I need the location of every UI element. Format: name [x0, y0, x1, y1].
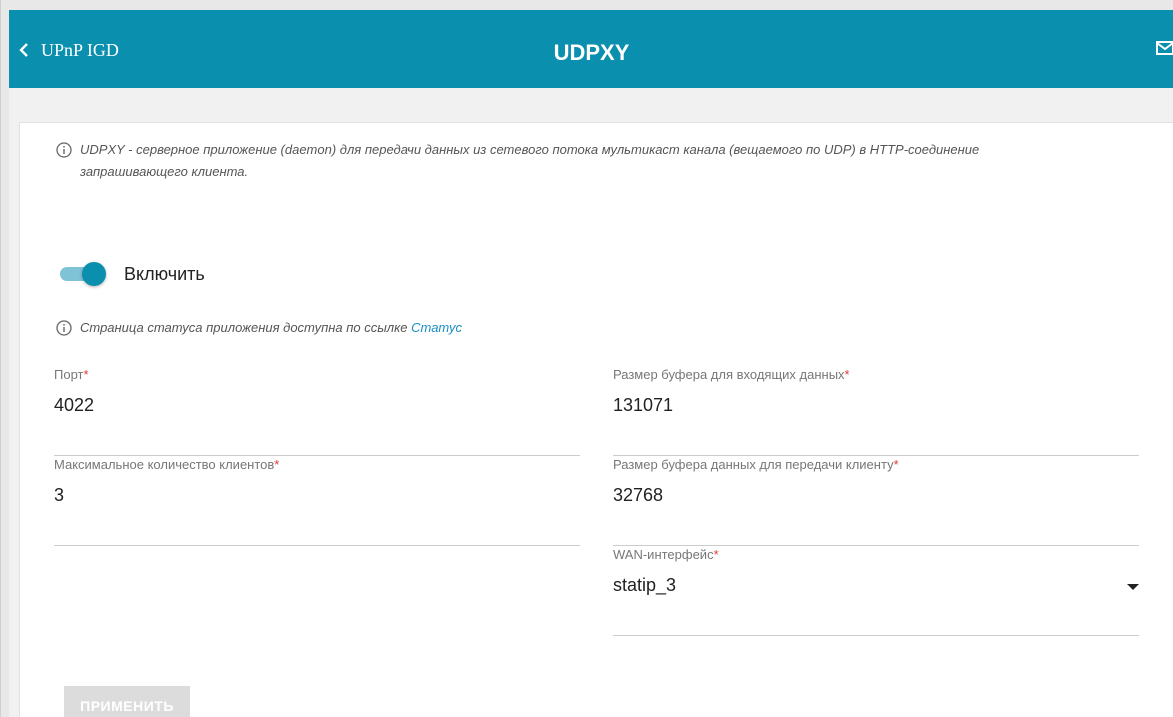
port-field: Порт* 4022: [54, 367, 580, 456]
out-buffer-field: Размер буфера данных для передачи клиент…: [613, 457, 1139, 546]
wan-interface-select[interactable]: statip_3: [613, 575, 1139, 636]
wan-interface-field: WAN-интерфейс* statip_3: [613, 547, 1139, 636]
in-buffer-label: Размер буфера для входящих данных*: [613, 367, 850, 382]
enable-toggle-row: Включить: [60, 262, 205, 286]
description-info: UDPXY - серверное приложение (daemon) дл…: [56, 139, 1080, 183]
enable-toggle-label: Включить: [124, 263, 205, 284]
status-text: Страница статуса приложения доступна по …: [80, 320, 462, 335]
wan-interface-value: statip_3: [613, 575, 677, 595]
in-buffer-field: Размер буфера для входящих данных* 13107…: [613, 367, 1139, 456]
toggle-knob: [82, 262, 106, 286]
apply-button[interactable]: ПРИМЕНИТЬ: [64, 686, 190, 717]
content-area: UDPXY - серверное приложение (daemon) дл…: [9, 88, 1173, 717]
out-buffer-input[interactable]: 32768: [613, 485, 1139, 546]
enable-toggle[interactable]: [60, 262, 106, 286]
status-link[interactable]: Статус: [411, 320, 462, 335]
info-icon: [56, 320, 72, 336]
info-icon: [56, 142, 72, 158]
in-buffer-input[interactable]: 131071: [613, 395, 1139, 456]
settings-card: UDPXY - серверное приложение (daemon) дл…: [19, 122, 1173, 717]
caret-down-icon: [1127, 584, 1139, 590]
mail-icon[interactable]: [1156, 40, 1173, 56]
out-buffer-label: Размер буфера данных для передачи клиент…: [613, 457, 899, 472]
description-text: UDPXY - серверное приложение (daemon) дл…: [80, 142, 980, 179]
max-clients-input[interactable]: 3: [54, 485, 580, 546]
max-clients-label: Максимальное количество клиентов*: [54, 457, 280, 472]
status-info: Страница статуса приложения доступна по …: [56, 317, 462, 339]
page-title: UDPXY: [553, 40, 630, 65]
port-input[interactable]: 4022: [54, 395, 580, 456]
app-frame: UPnP IGD UDPXY UDPXY - серверное приложе…: [0, 0, 1173, 717]
header-bar: UPnP IGD UDPXY: [9, 10, 1173, 88]
wan-interface-label: WAN-интерфейс*: [613, 547, 719, 562]
port-label: Порт*: [54, 367, 89, 382]
max-clients-field: Максимальное количество клиентов* 3: [54, 457, 580, 546]
